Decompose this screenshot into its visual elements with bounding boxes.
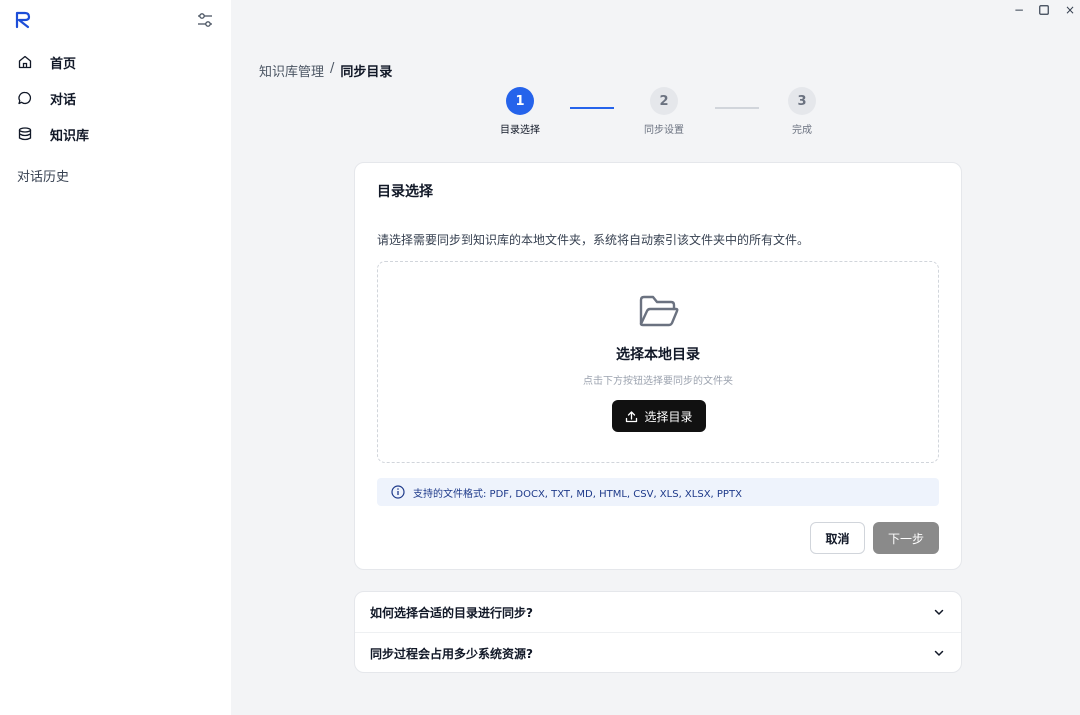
step-connector-active [570, 107, 614, 109]
step-1: 1 目录选择 [490, 87, 550, 136]
sidebar-item-home[interactable]: 首页 [0, 47, 231, 77]
sidebar-item-label: 首页 [50, 56, 77, 72]
step-number: 1 [506, 87, 534, 115]
sliders-icon[interactable] [196, 11, 214, 29]
minimize-button[interactable]: − [1011, 2, 1027, 18]
faq-item[interactable]: 同步过程会占用多少系统资源? [355, 633, 961, 673]
sidebar-item-knowledge-base[interactable]: 知识库 [0, 119, 231, 149]
chat-history-heading: 对话历史 [17, 170, 70, 185]
chevron-down-icon [934, 650, 944, 656]
step-number: 3 [788, 87, 816, 115]
maximize-button[interactable] [1036, 2, 1052, 18]
step-label: 完成 [792, 125, 812, 136]
card-description: 请选择需要同步到知识库的本地文件夹，系统将自动索引该文件夹中的所有文件。 [377, 233, 810, 247]
step-label: 同步设置 [644, 125, 684, 136]
sidebar-item-label: 知识库 [50, 128, 90, 144]
supported-formats-info: 支持的文件格式: PDF, DOCX, TXT, MD, HTML, CSV, … [377, 478, 939, 506]
app-logo-icon [15, 11, 31, 29]
cancel-button[interactable]: 取消 [810, 522, 865, 554]
next-step-button[interactable]: 下一步 [873, 522, 939, 554]
step-3: 3 完成 [772, 87, 832, 136]
breadcrumb-separator: / [330, 61, 335, 76]
step-label: 目录选择 [500, 125, 540, 136]
supported-formats-text: 支持的文件格式: PDF, DOCX, TXT, MD, HTML, CSV, … [413, 488, 742, 500]
folder-open-icon [639, 295, 679, 327]
faq-question: 同步过程会占用多少系统资源? [370, 646, 533, 661]
select-directory-button[interactable]: 选择目录 [612, 400, 706, 432]
database-icon [18, 127, 32, 141]
directory-dropzone[interactable]: 选择本地目录 点击下方按钮选择要同步的文件夹 选择目录 [377, 261, 939, 463]
breadcrumb: 知识库管理 / 同步目录 [259, 61, 392, 80]
chat-icon [18, 91, 31, 105]
card-title: 目录选择 [377, 184, 433, 200]
maximize-icon [1039, 5, 1049, 15]
step-2: 2 同步设置 [634, 87, 694, 136]
sidebar: 首页 对话 知识库 对话历史 [0, 0, 231, 715]
info-icon [391, 485, 405, 499]
breadcrumb-parent[interactable]: 知识库管理 [259, 61, 324, 80]
faq-accordion: 如何选择合适的目录进行同步? 同步过程会占用多少系统资源? [354, 591, 962, 673]
chevron-down-icon [934, 609, 944, 615]
breadcrumb-current: 同步目录 [340, 65, 393, 80]
step-connector [715, 107, 759, 109]
sidebar-item-chat[interactable]: 对话 [0, 83, 231, 113]
upload-icon [626, 410, 638, 422]
directory-selection-card: 目录选择 请选择需要同步到知识库的本地文件夹，系统将自动索引该文件夹中的所有文件… [354, 162, 962, 570]
dropzone-subtitle: 点击下方按钮选择要同步的文件夹 [583, 376, 733, 387]
faq-question: 如何选择合适的目录进行同步? [370, 605, 533, 620]
select-directory-label: 选择目录 [644, 409, 693, 424]
faq-item[interactable]: 如何选择合适的目录进行同步? [355, 592, 961, 632]
close-button[interactable]: × [1062, 2, 1078, 18]
sidebar-item-label: 对话 [50, 92, 77, 108]
dropzone-title: 选择本地目录 [616, 347, 700, 363]
step-number: 2 [650, 87, 678, 115]
home-icon [18, 55, 32, 69]
